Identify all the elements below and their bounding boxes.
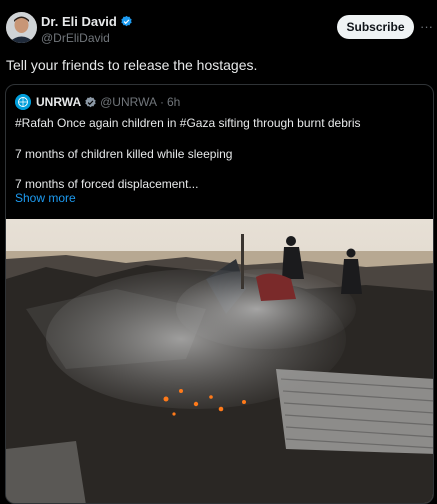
quoted-timestamp[interactable]: 6h: [167, 95, 180, 109]
dot-separator: ·: [159, 95, 164, 109]
subscribe-button[interactable]: Subscribe: [337, 15, 414, 39]
quoted-author-handle[interactable]: @UNRWA: [100, 95, 157, 109]
unrwa-logo-icon: [15, 94, 31, 110]
avatar[interactable]: [6, 12, 37, 43]
quoted-tweet-photo[interactable]: [6, 219, 434, 504]
show-more-link[interactable]: Show more: [15, 191, 76, 205]
tweet-text: Tell your friends to release the hostage…: [6, 57, 258, 73]
quoted-text-line-1: #Rafah Once again children in #Gaza sift…: [15, 116, 361, 130]
avatar-photo: [6, 12, 37, 43]
verified-badge-icon: [85, 96, 96, 107]
verified-badge-icon: [121, 15, 132, 27]
author-name[interactable]: Dr. Eli David: [41, 14, 117, 29]
quoted-text-line-3: 7 months of forced displacement...: [15, 177, 199, 191]
author-name-row[interactable]: Dr. Eli David: [41, 14, 133, 29]
more-dots-icon[interactable]: ···: [420, 19, 433, 34]
quoted-tweet-card[interactable]: UNRWA @UNRWA · 6h #Rafah Once again chil…: [5, 84, 434, 504]
author-handle[interactable]: @DrEliDavid: [41, 31, 110, 45]
quoted-text-line-2: 7 months of children killed while sleepi…: [15, 147, 233, 161]
quoted-author-row: UNRWA @UNRWA · 6h: [36, 95, 180, 109]
quoted-author-name[interactable]: UNRWA: [36, 95, 81, 109]
